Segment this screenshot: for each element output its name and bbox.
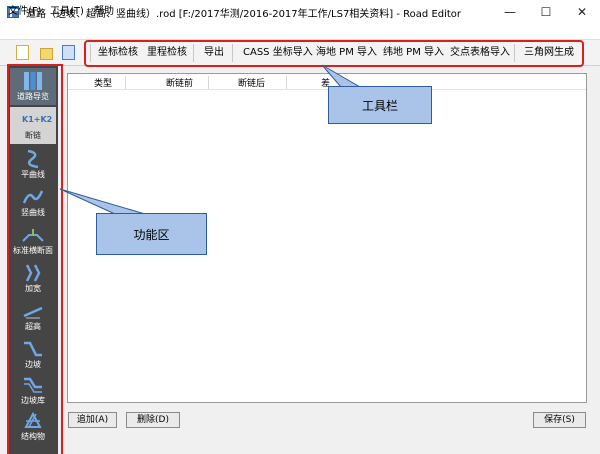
sidebar-highlight-box	[7, 64, 63, 454]
column-header-before[interactable]: 断链前	[166, 76, 193, 89]
column-header-type[interactable]: 类型	[94, 76, 112, 89]
maximize-button[interactable]: ☐	[528, 0, 564, 24]
minimize-button[interactable]: —	[492, 0, 528, 24]
save-icon[interactable]	[62, 45, 75, 60]
toolbar-highlight-box	[84, 40, 584, 67]
save-button[interactable]: 保存(S)	[533, 412, 586, 428]
close-button[interactable]: ✕	[564, 0, 600, 24]
column-separator	[125, 76, 126, 89]
toolbar-callout: 工具栏	[328, 86, 432, 124]
menu-tools[interactable]: 工具(T)	[50, 2, 84, 17]
window-title: 道路（边坡、超高、竖曲线）.rod [F:/2017华测/2016-2017年工…	[26, 9, 462, 20]
open-folder-icon[interactable]	[40, 48, 53, 60]
delete-button[interactable]: 删除(D)	[126, 412, 180, 428]
menu-file[interactable]: 文件(F)	[8, 2, 42, 17]
menu-bar	[0, 24, 600, 40]
column-separator	[286, 76, 287, 89]
function-area-callout: 功能区	[96, 213, 207, 255]
menu-help[interactable]: 帮助	[94, 2, 114, 17]
add-button[interactable]: 追加(A)	[68, 412, 117, 428]
column-header-after[interactable]: 断链后	[238, 76, 265, 89]
column-separator	[208, 76, 209, 89]
new-file-icon[interactable]	[16, 45, 29, 60]
